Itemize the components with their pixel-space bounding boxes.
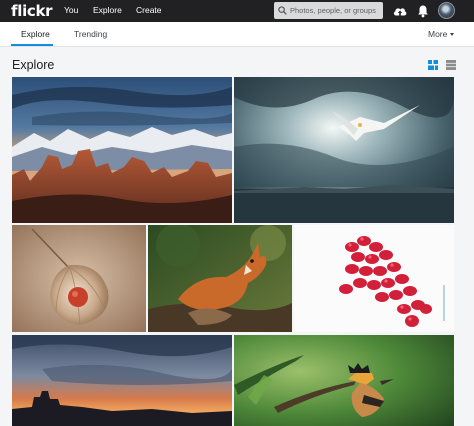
top-navigation-bar: flickr You Explore Create xyxy=(0,0,474,22)
desert-arch-sunset-photo[interactable] xyxy=(12,77,232,223)
seagull-storm-clouds-photo[interactable] xyxy=(234,77,454,223)
nav-explore[interactable]: Explore xyxy=(93,5,122,16)
lantern-husk-macro-photo[interactable] xyxy=(12,225,146,332)
fox-kits-photo[interactable] xyxy=(148,225,292,332)
page-title: Explore xyxy=(12,58,55,72)
chevron-down-icon xyxy=(450,33,455,37)
flickr-logo[interactable]: flickr xyxy=(11,2,53,20)
bell-icon[interactable] xyxy=(415,3,431,19)
hoopoe-bird-photo[interactable] xyxy=(234,335,454,426)
user-avatar[interactable] xyxy=(438,2,455,19)
explore-subnav: Explore Trending More xyxy=(0,22,474,47)
square-view-icon[interactable] xyxy=(446,60,456,70)
active-tab-indicator xyxy=(11,44,53,46)
castle-dusk-sky-photo[interactable] xyxy=(12,335,232,426)
search-icon[interactable] xyxy=(278,6,287,15)
cloud-upload-icon[interactable] xyxy=(392,3,408,19)
tab-trending[interactable]: Trending xyxy=(74,29,107,40)
nav-you[interactable]: You xyxy=(64,5,78,16)
justified-grid-icon[interactable] xyxy=(428,60,438,70)
tab-explore[interactable]: Explore xyxy=(21,29,50,40)
more-dropdown[interactable]: More xyxy=(428,29,455,40)
nav-create[interactable]: Create xyxy=(136,5,162,16)
search-input[interactable] xyxy=(290,4,380,17)
more-label: More xyxy=(428,29,448,39)
pomegranate-seeds-photo[interactable] xyxy=(294,225,454,332)
search-box xyxy=(274,2,383,19)
